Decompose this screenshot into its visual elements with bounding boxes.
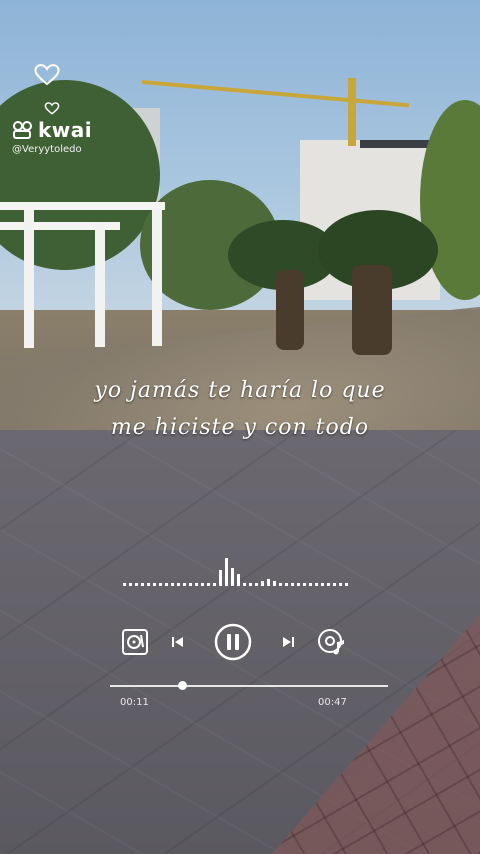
next-button[interactable] [268,622,308,662]
previous-icon [172,637,183,647]
pause-icon [214,623,252,661]
pergola-beam-top [0,202,165,210]
heart-small-icon [44,100,60,115]
palm-trunk-1 [276,270,304,350]
next-icon [283,637,294,647]
heart-outline-icon[interactable] [33,62,61,86]
progress-bar[interactable] [110,685,388,687]
kwai-brand: kwai [12,118,92,142]
player-controls [0,622,480,662]
pergola-post-3 [152,208,162,346]
brand-name: kwai [38,118,93,142]
kwai-logo-icon [12,120,34,140]
total-time: 00:47 [318,697,347,708]
previous-button[interactable] [158,622,198,662]
palm-trunk-2 [352,265,392,355]
current-time: 00:11 [120,697,149,708]
audio-waveform [123,558,348,586]
lyrics-line-1: yo jamás te haría lo que [94,378,386,403]
crane-tower [348,78,356,146]
pergola-post-2 [95,222,105,347]
creator-handle: @Veryytoledo [12,144,82,155]
vinyl-icon[interactable] [115,622,155,662]
music-disc-icon[interactable] [312,622,352,662]
pergola-post-1 [24,210,34,348]
lyrics-line-2: me hiciste y con todo [110,415,370,440]
pause-button[interactable] [213,622,253,662]
